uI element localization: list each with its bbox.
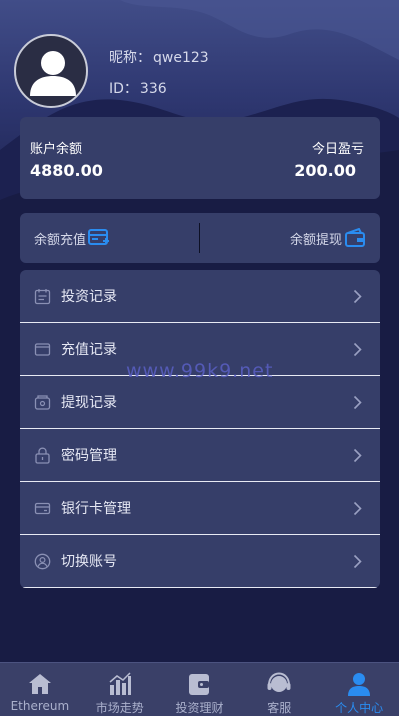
user-icon — [348, 673, 371, 696]
today-profit-value: 200.00 — [294, 161, 356, 180]
withdraw-icon — [345, 228, 365, 247]
recharge-label: 余额充值 — [34, 232, 87, 248]
user-id: ID： 336 — [107, 78, 167, 98]
tab-label: 客服 — [267, 701, 292, 715]
menu-item-switch-account[interactable]: 切换账号 — [20, 535, 380, 588]
tab-customer-service[interactable]: 客服 — [239, 663, 319, 716]
bar-chart-icon — [109, 672, 131, 695]
menu-item-withdraw-records[interactable]: 提现记录 — [20, 376, 380, 429]
withdraw-icon — [34, 395, 51, 410]
recharge-button[interactable]: 余额充值 — [34, 213, 110, 263]
menu-item-bank-card-management[interactable]: 银行卡管理 — [20, 482, 380, 535]
nickname: 昵称： qwe123 — [107, 47, 209, 67]
chevron-right-icon — [353, 501, 362, 516]
menu-item-label: 银行卡管理 — [61, 501, 131, 517]
tab-personal-center[interactable]: 个人中心 — [319, 663, 399, 716]
chevron-right-icon — [353, 395, 362, 410]
action-divider — [199, 223, 200, 253]
chevron-right-icon — [353, 448, 362, 463]
today-profit-label: 今日盈亏 — [311, 142, 364, 157]
tab-label: 个人中心 — [335, 701, 384, 715]
wallet-icon — [189, 674, 210, 695]
watermark: www.99k9.net — [126, 360, 274, 382]
menu-item-label: 密码管理 — [61, 448, 117, 464]
account-balance-value: 4880.00 — [30, 161, 103, 180]
menu-item-label: 提现记录 — [61, 395, 117, 411]
account-balance-label: 账户余额 — [30, 142, 83, 157]
menu-item-password-management[interactable]: 密码管理 — [20, 429, 380, 482]
user-id-value: 336 — [139, 81, 167, 97]
menu-item-label: 充值记录 — [61, 342, 117, 358]
tab-label: 投资理财 — [175, 701, 224, 715]
tab-market-trend[interactable]: 市场走势 — [80, 663, 160, 716]
chevron-right-icon — [353, 554, 362, 569]
home-icon — [28, 674, 51, 694]
nickname-label: 昵称： — [109, 50, 151, 66]
tab-label: 市场走势 — [95, 701, 144, 715]
menu-item-label: 切换账号 — [61, 554, 117, 570]
calendar-icon — [34, 289, 51, 305]
action-card: 余额充值 余额提现 — [20, 213, 380, 263]
avatar[interactable] — [14, 34, 88, 108]
menu-list: 投资记录 充值记录 提现记录 密码管理 银行卡管理 切换账号 — [20, 270, 380, 588]
headset-icon — [267, 672, 291, 692]
lock-icon — [35, 447, 50, 464]
profile-header: 昵称： qwe123 ID： 336 — [14, 34, 384, 108]
tab-investment[interactable]: 投资理财 — [160, 663, 240, 716]
user-id-label: ID： — [109, 81, 138, 97]
bottom-tab-bar: Ethereum 市场走势 投资理财 客服 个人中心 — [0, 662, 399, 716]
recharge-icon — [88, 229, 110, 245]
user-circle-icon — [34, 553, 51, 570]
menu-item-label: 投资记录 — [61, 289, 117, 305]
chevron-right-icon — [353, 289, 362, 304]
tab-label: Ethereum — [10, 699, 70, 713]
wallet-icon — [34, 343, 51, 356]
bank-card-icon — [34, 502, 51, 515]
withdraw-button[interactable]: 余额提现 — [290, 213, 366, 263]
tab-ethereum[interactable]: Ethereum — [0, 663, 80, 716]
balance-card: 账户余额 4880.00 今日盈亏 200.00 — [20, 117, 380, 199]
chevron-right-icon — [353, 342, 362, 357]
user-avatar-icon — [30, 51, 76, 96]
withdraw-label: 余额提现 — [289, 232, 342, 248]
menu-item-investment-records[interactable]: 投资记录 — [20, 270, 380, 323]
nickname-value: qwe123 — [153, 50, 209, 66]
